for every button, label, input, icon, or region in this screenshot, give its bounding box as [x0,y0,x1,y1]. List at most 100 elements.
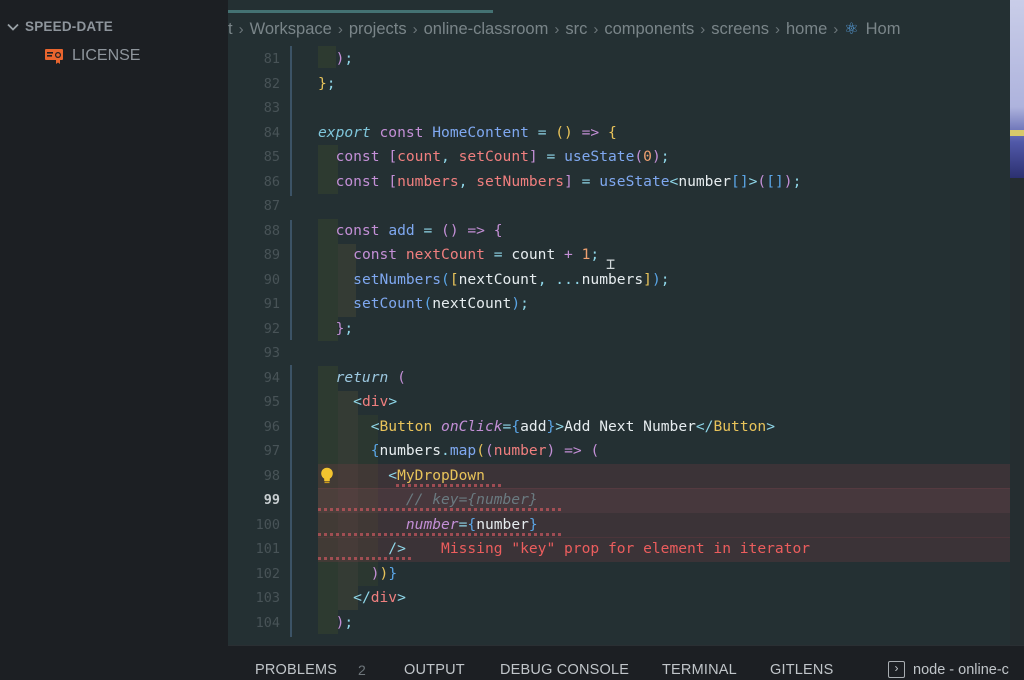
breadcrumb-item[interactable]: t [228,20,233,39]
code-token: ) [651,148,661,165]
code-line[interactable]: export const HomeContent = () => { [318,121,617,146]
code-token: numbers [379,442,442,459]
code-token: const [335,221,380,239]
terminal-select[interactable]: node - online-c [913,662,1009,678]
code-token: ] [564,172,573,190]
code-line[interactable]: number={number} [318,513,538,538]
code-token: { [467,515,477,533]
code-token: add [388,221,415,239]
breadcrumb-item[interactable]: home [786,20,827,39]
code-editor[interactable]: t › Workspace › projects › online-classroom… [228,0,1010,645]
code-token: const [335,172,380,190]
code-token: number [476,515,529,533]
code-line[interactable]: const [numbers, setNumbers] = useState<n… [318,170,802,195]
tab-terminal[interactable]: TERMINAL [662,662,737,678]
line-number: 97 [263,443,280,459]
breadcrumb-item[interactable]: src [565,20,587,39]
code-line[interactable]: </div> [318,586,406,611]
explorer-sidebar: SPEED-DATE LICENSE [0,0,228,680]
code-line[interactable]: const nextCount = count + 1; [318,243,599,268]
code-token: ( [634,148,644,165]
inline-error-message: Missing "key" prop for element in iterat… [441,540,811,557]
code-line[interactable]: <Button onClick={add}>Add Next Number</B… [318,415,775,440]
code-token: Add Next Number [564,417,696,435]
breadcrumb-item[interactable]: projects [349,20,407,39]
code-token: </ [695,417,714,435]
code-token: { [511,417,521,435]
code-token: => [458,221,494,239]
code-line[interactable]: <div> [318,390,397,415]
code-line[interactable]: }; [318,317,354,342]
explorer-section-speed-date[interactable]: SPEED-DATE [6,19,113,34]
breadcrumb-item-file[interactable]: Hom [866,20,901,39]
chevron-right-icon: › [337,20,343,38]
code-token: < [388,466,398,484]
code-token: ( [397,368,406,386]
code-token: export [318,123,371,141]
code-token: div [361,393,389,410]
code-token: + [555,246,582,263]
code-line[interactable]: // key={number} [318,488,538,513]
breadcrumb-item[interactable]: Workspace [250,20,332,39]
code-line[interactable]: const [count, setCount] = useState(0); [318,145,670,170]
code-token: ; [660,148,670,165]
code-token: ) [370,564,380,582]
code-line[interactable]: setNumbers([nextCount, ...numbers]); [318,268,670,293]
code-token: [] [766,172,784,190]
line-number: 101 [255,541,280,557]
code-line[interactable]: setCount(nextCount); [318,292,529,317]
code-token: const [335,148,380,165]
breadcrumb-item[interactable]: online-classroom [424,20,549,39]
code-line[interactable]: <MyDropDown [318,464,485,489]
tab-gitlens[interactable]: GITLENS [770,662,833,678]
code-line[interactable]: /> Missing "key" prop for element in ite… [318,537,810,562]
chevron-right-icon: › [412,20,418,38]
code-token: ( [476,442,485,459]
breadcrumb: t › Workspace › projects › online-classroom… [228,17,900,41]
breadcrumb-item[interactable]: screens [711,20,769,39]
code-token: div [370,589,398,606]
code-token: , [537,270,556,288]
file-item-license[interactable]: LICENSE [44,47,140,65]
code-token: ; [520,295,529,312]
fold-guide [290,365,292,637]
code-token: map [449,442,477,459]
code-line[interactable]: ); [318,47,354,72]
line-number: 98 [263,467,280,484]
code-line[interactable]: {numbers.map((number) => ( [318,439,600,464]
code-token: const [353,246,398,263]
line-number: 90 [263,271,280,288]
code-line[interactable]: ))} [318,562,397,587]
tab-problems[interactable]: PROBLEMS [255,662,337,678]
tab-output[interactable]: OUTPUT [404,662,465,678]
code-token: ; [660,270,670,288]
lightbulb-icon[interactable] [320,467,334,485]
fold-guide [290,220,292,340]
code-line[interactable]: }; [318,72,336,97]
code-token: ; [344,50,354,67]
code-token: nextCount [458,270,538,288]
code-line[interactable]: ); [318,611,354,636]
tab-debug-console[interactable]: DEBUG CONSOLE [500,662,629,678]
code-token: numbers [581,270,644,288]
code-line[interactable]: const add = () => { [318,219,503,244]
code-token: number [405,515,459,533]
code-line[interactable]: return ( [318,366,406,391]
code-token: ; [590,246,600,263]
breadcrumb-item[interactable]: components [604,20,694,39]
chevron-right-icon: › [593,20,599,38]
code-token: { [370,442,380,459]
fold-guide [290,46,292,196]
line-number: 99 [263,492,280,508]
